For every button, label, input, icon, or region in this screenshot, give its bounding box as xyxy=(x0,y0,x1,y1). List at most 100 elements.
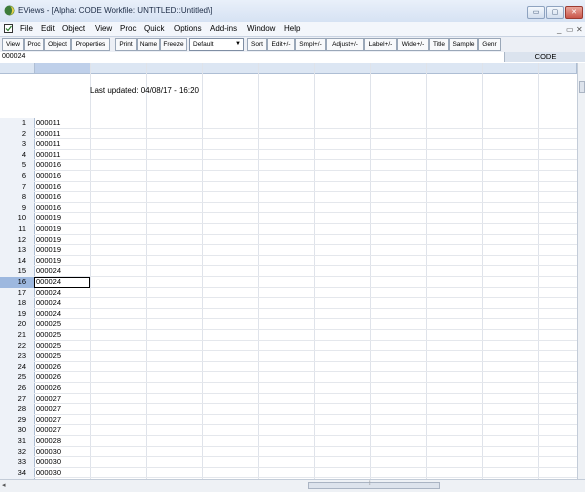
table-row[interactable]: 27 000027 xyxy=(0,394,577,405)
column-header[interactable] xyxy=(259,63,315,73)
table-row[interactable]: 22 000025 xyxy=(0,341,577,352)
table-row[interactable]: 17 000024 xyxy=(0,288,577,299)
code-cell[interactable]: 000019 xyxy=(36,235,61,246)
row-number[interactable]: 30 xyxy=(0,425,26,436)
row-number[interactable]: 18 xyxy=(0,298,26,309)
minimize-button[interactable]: ▭ xyxy=(527,6,545,19)
code-cell[interactable]: 000030 xyxy=(36,457,61,468)
table-row[interactable]: 12 000019 xyxy=(0,235,577,246)
name-button[interactable]: Name xyxy=(137,38,160,51)
row-number[interactable]: 31 xyxy=(0,436,26,447)
code-cell[interactable]: 000030 xyxy=(36,468,61,479)
table-row[interactable]: 23 000025 xyxy=(0,351,577,362)
column-header[interactable] xyxy=(315,63,371,73)
corner-cell[interactable] xyxy=(0,63,35,73)
table-row[interactable]: 5 000016 xyxy=(0,160,577,171)
table-row[interactable]: 20 000025 xyxy=(0,319,577,330)
row-number[interactable]: 16 xyxy=(0,277,34,288)
table-row[interactable]: 32 000030 xyxy=(0,447,577,458)
mdi-minimize-button[interactable]: _ xyxy=(557,25,561,34)
row-number[interactable]: 21 xyxy=(0,330,26,341)
row-number[interactable]: 3 xyxy=(0,139,26,150)
row-number[interactable]: 7 xyxy=(0,182,26,193)
mdi-close-button[interactable]: ✕ xyxy=(576,25,583,34)
row-number[interactable]: 19 xyxy=(0,309,26,320)
table-row[interactable]: 2 000011 xyxy=(0,129,577,140)
code-cell[interactable]: 000024 xyxy=(36,298,61,309)
row-number[interactable]: 29 xyxy=(0,415,26,426)
print-button[interactable]: Print xyxy=(115,38,137,51)
close-button[interactable]: ✕ xyxy=(565,6,583,19)
code-cell[interactable]: 000025 xyxy=(36,319,61,330)
row-number[interactable]: 11 xyxy=(0,224,26,235)
row-number[interactable]: 15 xyxy=(0,266,26,277)
table-row[interactable]: 24 000026 xyxy=(0,362,577,373)
menu-file[interactable]: File xyxy=(20,24,33,33)
column-header[interactable] xyxy=(371,63,427,73)
table-row[interactable]: 33 000030 xyxy=(0,457,577,468)
row-number[interactable]: 26 xyxy=(0,383,26,394)
adjust-toggle-button[interactable]: Adjust+/- xyxy=(326,38,364,51)
horizontal-scrollbar[interactable]: ◂ ⁞ xyxy=(0,479,585,492)
row-number[interactable]: 24 xyxy=(0,362,26,373)
row-number[interactable]: 17 xyxy=(0,288,26,299)
document-icon[interactable] xyxy=(4,24,13,33)
menu-add-ins[interactable]: Add-ins xyxy=(210,24,237,33)
code-cell[interactable]: 000011 xyxy=(36,118,60,129)
freeze-button[interactable]: Freeze xyxy=(160,38,187,51)
code-cell[interactable]: 000016 xyxy=(36,182,61,193)
code-cell[interactable]: 000019 xyxy=(36,213,61,224)
code-cell[interactable]: 000016 xyxy=(36,160,61,171)
code-cell[interactable]: 000024 xyxy=(36,288,61,299)
menu-help[interactable]: Help xyxy=(284,24,300,33)
code-cell[interactable]: 000011 xyxy=(36,139,60,150)
table-row[interactable]: 3 000011 xyxy=(0,139,577,150)
row-number[interactable]: 23 xyxy=(0,351,26,362)
row-number[interactable]: 2 xyxy=(0,129,26,140)
row-number[interactable]: 5 xyxy=(0,160,26,171)
code-cell[interactable]: 000024 xyxy=(36,309,61,320)
code-cell[interactable]: 000028 xyxy=(36,436,61,447)
properties-button[interactable]: Properties xyxy=(71,38,110,51)
code-cell[interactable]: 000027 xyxy=(36,404,61,415)
table-row[interactable]: 7 000016 xyxy=(0,182,577,193)
smpl-toggle-button[interactable]: Smpl+/- xyxy=(295,38,326,51)
column-header[interactable] xyxy=(427,63,483,73)
vertical-scrollbar[interactable] xyxy=(577,63,585,479)
table-row[interactable]: 31 000028 xyxy=(0,436,577,447)
code-cell[interactable]: 000027 xyxy=(36,425,61,436)
menu-edit[interactable]: Edit xyxy=(41,24,55,33)
code-cell[interactable]: 000027 xyxy=(36,415,61,426)
column-header[interactable] xyxy=(483,63,539,73)
code-cell[interactable]: 000011 xyxy=(36,150,60,161)
row-number[interactable]: 1 xyxy=(0,118,26,129)
code-cell[interactable]: 000026 xyxy=(36,383,61,394)
table-row[interactable]: 16 000024 xyxy=(0,277,577,288)
row-number[interactable]: 33 xyxy=(0,457,26,468)
code-cell[interactable]: 000019 xyxy=(36,256,61,267)
menu-object[interactable]: Object xyxy=(62,24,85,33)
code-cell[interactable]: 000011 xyxy=(36,129,60,140)
row-number[interactable]: 8 xyxy=(0,192,26,203)
column-header[interactable] xyxy=(203,63,259,73)
code-cell[interactable]: 000016 xyxy=(36,192,61,203)
code-cell[interactable]: 000026 xyxy=(36,372,61,383)
edit-toggle-button[interactable]: Edit+/- xyxy=(267,38,295,51)
code-cell[interactable]: 000016 xyxy=(36,171,61,182)
row-number[interactable]: 6 xyxy=(0,171,26,182)
row-number[interactable]: 12 xyxy=(0,235,26,246)
view-button[interactable]: View xyxy=(2,38,24,51)
code-cell[interactable]: 000025 xyxy=(36,341,61,352)
code-cell[interactable]: 000016 xyxy=(36,203,61,214)
code-cell[interactable]: 000019 xyxy=(36,224,61,235)
table-row[interactable]: 30 000027 xyxy=(0,425,577,436)
object-button[interactable]: Object xyxy=(44,38,71,51)
table-row[interactable]: 9 000016 xyxy=(0,203,577,214)
column-header-code[interactable] xyxy=(35,63,91,73)
wide-toggle-button[interactable]: Wide+/- xyxy=(397,38,429,51)
genr-button[interactable]: Genr xyxy=(478,38,501,51)
table-row[interactable]: 13 000019 xyxy=(0,245,577,256)
series-name-button[interactable]: CODE xyxy=(504,52,585,62)
horizontal-scroll-thumb[interactable]: ⁞ xyxy=(308,481,440,489)
spreadsheet-grid[interactable]: Last updated: 04/08/17 - 16:20 1 000011 2 0… xyxy=(0,63,577,479)
